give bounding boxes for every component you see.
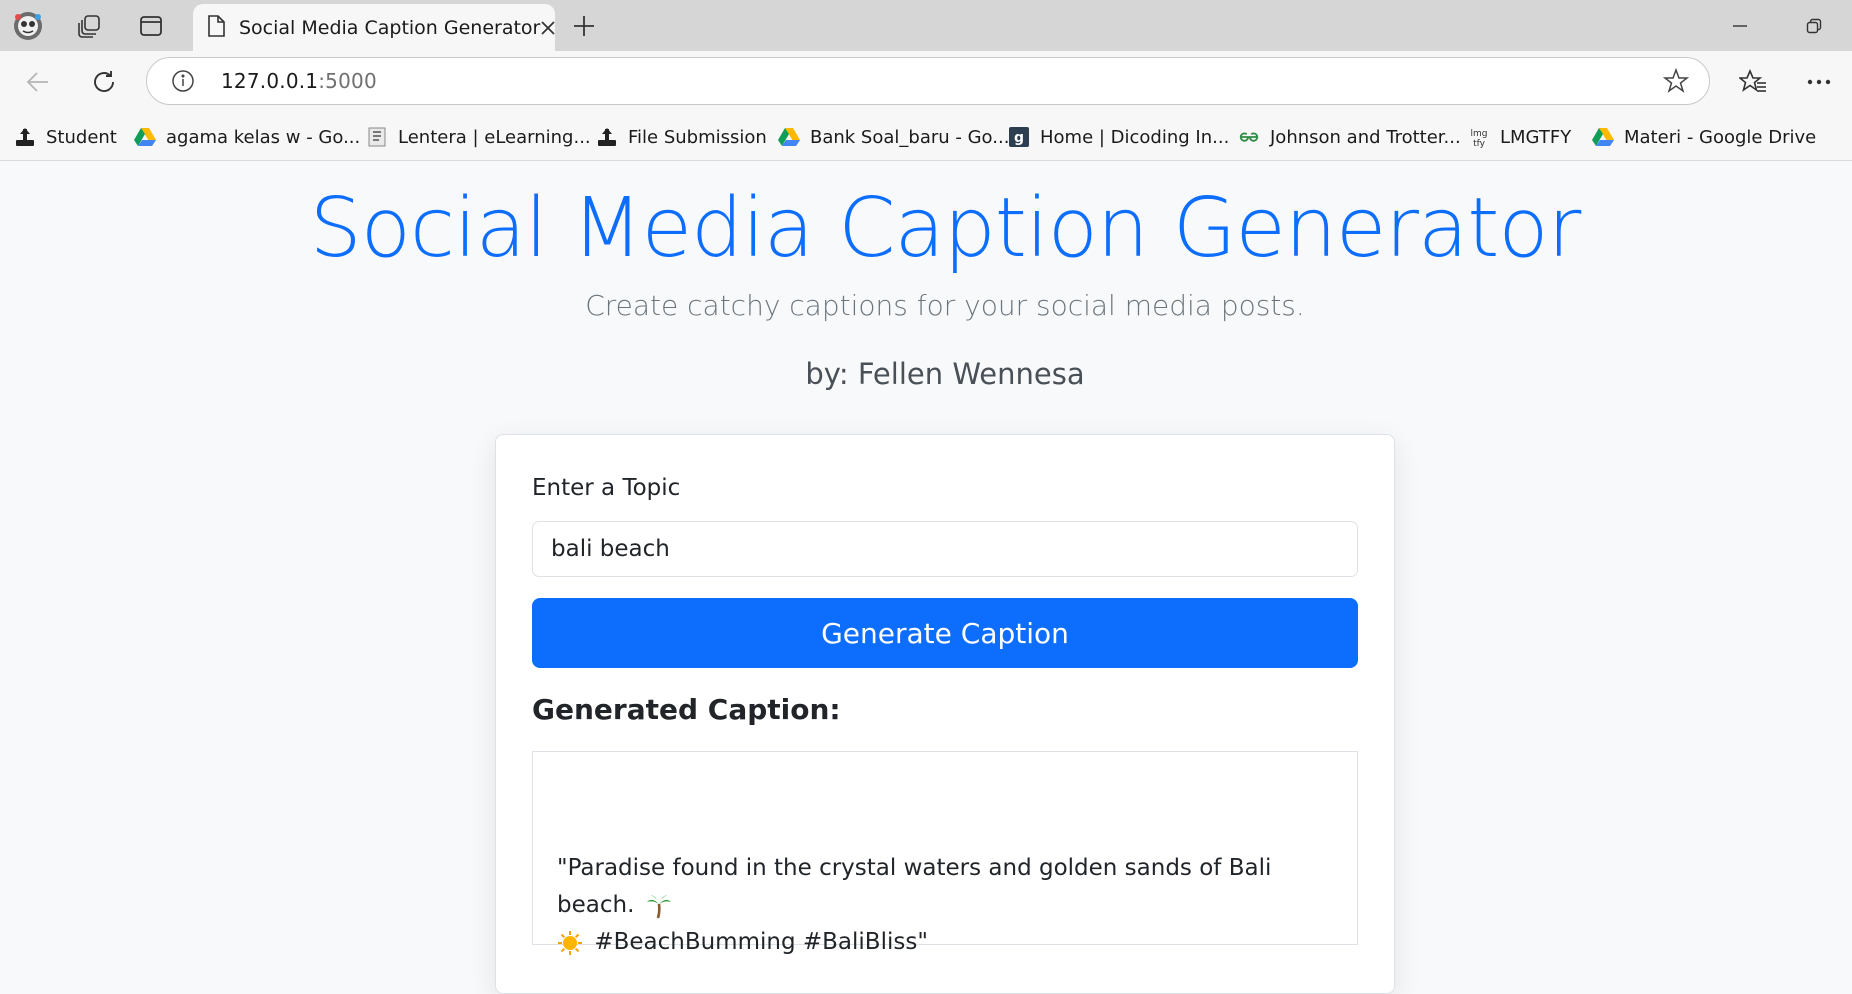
url-host: 127.0.0.1 xyxy=(221,69,319,93)
profile-avatar-icon[interactable] xyxy=(12,10,44,42)
generated-caption-heading: Generated Caption: xyxy=(532,693,841,726)
page-content: Social Media Caption Generator Create ca… xyxy=(0,161,1852,994)
bookmark-materi[interactable]: Materi - Google Drive xyxy=(1592,124,1816,150)
bookmark-label: Home | Dicoding In... xyxy=(1040,126,1230,148)
sun-icon xyxy=(557,930,583,956)
google-drive-icon xyxy=(134,126,156,148)
page-subtitle: Create catchy captions for your social m… xyxy=(585,289,1305,322)
github-icon xyxy=(14,126,36,148)
more-options-icon[interactable] xyxy=(1799,63,1839,101)
lentera-icon xyxy=(366,126,388,148)
bookmark-label: File Submission xyxy=(628,126,767,148)
page-document-icon xyxy=(207,14,225,41)
dicoding-icon: g xyxy=(1008,126,1030,148)
site-info-icon[interactable] xyxy=(171,69,195,93)
bookmark-student[interactable]: Student xyxy=(14,124,117,150)
generated-caption-box: "Paradise found in the crystal waters an… xyxy=(532,751,1358,955)
refresh-icon[interactable] xyxy=(84,63,124,101)
bookmark-agama-kelas[interactable]: agama kelas w - Go... xyxy=(134,124,360,150)
page-title: Social Media Caption Generator xyxy=(309,181,1582,276)
lmgtfy-icon: lmg tfy xyxy=(1468,126,1490,148)
author-credit: by: Fellen Wennesa xyxy=(805,357,1085,391)
google-drive-icon xyxy=(778,126,800,148)
favorite-star-icon[interactable] xyxy=(1662,67,1690,94)
palm-tree-icon xyxy=(646,893,672,919)
github-icon xyxy=(596,126,618,148)
close-tab-icon[interactable] xyxy=(540,15,556,41)
bookmark-bank-soal[interactable]: Bank Soal_baru - Go... xyxy=(778,124,1009,150)
topic-input[interactable] xyxy=(532,521,1358,577)
bookmark-file-submission[interactable]: File Submission xyxy=(596,124,767,150)
browser-toolbar: 127.0.0.1:5000 xyxy=(0,51,1852,113)
restore-window-icon[interactable] xyxy=(1790,8,1838,44)
browser-title-bar: Social Media Caption Generator xyxy=(0,0,1852,51)
google-drive-icon xyxy=(1592,126,1614,148)
svg-text:g: g xyxy=(1014,130,1024,146)
minimize-window-icon[interactable] xyxy=(1716,8,1764,44)
caption-form-card: Enter a Topic Generate Caption Generated… xyxy=(495,434,1395,994)
generate-caption-button[interactable]: Generate Caption xyxy=(532,598,1358,668)
geeksforgeeks-icon xyxy=(1238,126,1260,148)
tab-active[interactable]: Social Media Caption Generator xyxy=(193,4,556,51)
bookmark-label: Johnson and Trotter... xyxy=(1270,126,1461,148)
bookmarks-bar: Student agama kelas w - Go... Lentera | … xyxy=(0,113,1852,161)
bookmark-johnson-trotter[interactable]: Johnson and Trotter... xyxy=(1238,124,1461,150)
bookmark-label: Student xyxy=(46,126,117,148)
vertical-tabs-icon[interactable] xyxy=(135,10,167,42)
svg-text:lmg: lmg xyxy=(1471,129,1488,139)
tab-title: Social Media Caption Generator xyxy=(239,16,541,39)
bookmark-dicoding[interactable]: g Home | Dicoding In... xyxy=(1008,124,1229,150)
generated-caption-text: "Paradise found in the crystal waters an… xyxy=(557,850,1337,961)
bookmark-label: Bank Soal_baru - Go... xyxy=(810,126,1010,148)
bookmark-label: agama kelas w - Go... xyxy=(166,126,361,148)
new-tab-icon[interactable] xyxy=(568,10,600,42)
bookmark-lmgtfy[interactable]: lmg tfy LMGTFY xyxy=(1468,124,1572,150)
bookmark-label: Lentera | eLearning... xyxy=(398,126,591,148)
caption-text-part2: #BeachBumming #BaliBliss" xyxy=(594,929,928,955)
url-text[interactable]: 127.0.0.1:5000 xyxy=(221,69,377,93)
workspaces-icon[interactable] xyxy=(73,10,105,42)
bookmark-label: Materi - Google Drive xyxy=(1624,126,1817,148)
topic-label: Enter a Topic xyxy=(532,475,681,501)
bookmark-label: LMGTFY xyxy=(1500,126,1572,148)
back-arrow-icon[interactable] xyxy=(18,63,58,101)
bookmark-lentera[interactable]: Lentera | eLearning... xyxy=(366,124,591,150)
url-port: :5000 xyxy=(318,69,377,93)
svg-text:tfy: tfy xyxy=(1473,139,1486,148)
address-bar[interactable]: 127.0.0.1:5000 xyxy=(146,57,1710,105)
favorites-icon[interactable] xyxy=(1733,63,1773,101)
